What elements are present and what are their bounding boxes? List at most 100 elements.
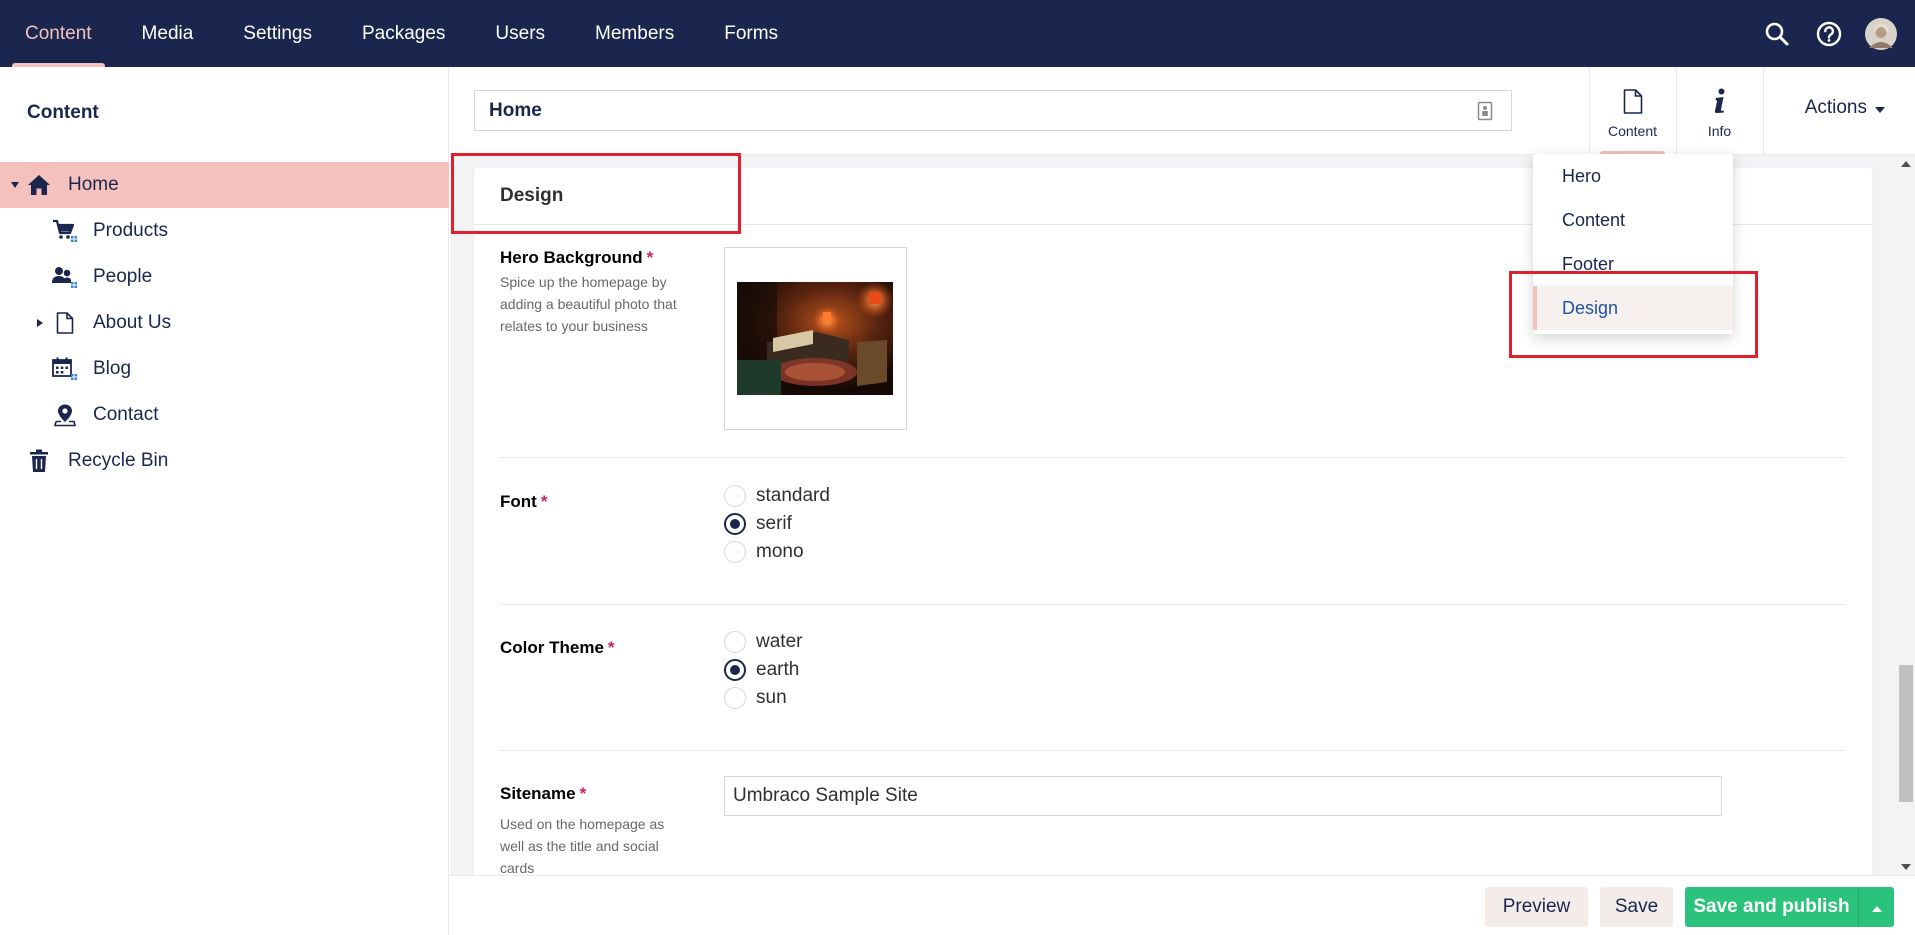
radio-label: earth (756, 659, 800, 680)
save-button[interactable]: Save (1600, 887, 1673, 927)
home-icon (26, 172, 52, 198)
radio-option-water[interactable]: water (724, 628, 802, 656)
tree-item-blog[interactable]: Blog (0, 346, 449, 392)
tree-item-people[interactable]: People (0, 254, 449, 300)
help-icon[interactable] (1803, 0, 1855, 67)
property-label: Font * (500, 492, 548, 511)
property-font: Font * standard serif mono (500, 458, 1846, 605)
caret-down-icon (1875, 97, 1885, 119)
content-tree-sidebar: Content Home Products People About Us Bl… (0, 67, 449, 935)
app-content-button[interactable]: Content (1589, 67, 1675, 155)
preview-button[interactable]: Preview (1485, 887, 1588, 927)
radio-button-checked[interactable] (724, 659, 746, 681)
node-name-value: Home (489, 99, 542, 121)
actions-button[interactable]: Actions (1805, 97, 1885, 119)
radio-label: water (756, 631, 803, 652)
tree-item-recycle-bin[interactable]: Recycle Bin (0, 438, 449, 484)
tree-item-label: About Us (93, 312, 172, 333)
document-icon (52, 310, 78, 336)
tree-item-label: Home (68, 174, 119, 195)
node-name-input[interactable]: Home (474, 90, 1512, 131)
hero-image-thumbnail[interactable] (737, 282, 893, 395)
editor-scrollbar[interactable] (1897, 155, 1915, 872)
top-icons (1751, 0, 1915, 67)
nav-settings[interactable]: Settings (218, 0, 337, 67)
tree-item-label: Products (93, 220, 168, 241)
radio-label: sun (756, 687, 787, 708)
required-marker: * (579, 784, 587, 803)
calendar-icon (52, 356, 78, 382)
tree-item-contact[interactable]: Contact (0, 392, 449, 438)
app-label: Info (1707, 123, 1732, 139)
radio-label: mono (756, 541, 804, 562)
radio-option-sun[interactable]: sun (724, 684, 802, 712)
app-info-button[interactable]: Info (1676, 67, 1762, 155)
nav-content[interactable]: Content (0, 0, 117, 67)
top-navigation: Content Media Settings Packages Users Me… (0, 0, 803, 67)
radio-button[interactable] (724, 485, 746, 507)
color-theme-radio-group: water earth sun (724, 628, 802, 712)
radio-label: standard (756, 485, 830, 506)
required-marker: * (607, 638, 615, 657)
property-sitename: Sitename * Used on the homepage as well a… (500, 751, 1846, 888)
users-icon (52, 264, 78, 290)
search-icon[interactable] (1751, 0, 1803, 67)
tree-item-label: Blog (93, 358, 132, 379)
editor-header: Home Content Info Actions (450, 67, 1915, 155)
hero-image-picker[interactable] (724, 247, 907, 430)
required-marker: * (540, 492, 548, 511)
tree-item-products[interactable]: Products (0, 208, 449, 254)
radio-button[interactable] (724, 541, 746, 563)
map-pin-icon (52, 402, 78, 428)
nav-users[interactable]: Users (470, 0, 570, 67)
top-bar: Content Media Settings Packages Users Me… (0, 0, 1915, 67)
nav-members[interactable]: Members (570, 0, 699, 67)
font-radio-group: standard serif mono (724, 482, 830, 566)
scroll-up-icon[interactable] (1901, 161, 1911, 167)
nav-media[interactable]: Media (117, 0, 219, 67)
tree-item-label: Recycle Bin (68, 450, 169, 471)
editor-footer: Preview Save Save and publish (450, 875, 1915, 935)
property-color-theme: Color Theme * water earth sun (500, 605, 1846, 751)
publish-options-button[interactable] (1858, 887, 1894, 927)
radio-button[interactable] (724, 631, 746, 653)
property-description: Spice up the homepage by adding a beauti… (500, 274, 677, 334)
nav-forms[interactable]: Forms (699, 0, 803, 67)
required-marker: * (646, 248, 654, 267)
user-avatar[interactable] (1855, 0, 1907, 67)
radio-option-standard[interactable]: standard (724, 482, 830, 510)
document-icon (1623, 89, 1643, 117)
caret-right-icon[interactable] (34, 317, 46, 329)
dropdown-item-design[interactable]: Design (1533, 286, 1733, 330)
save-and-publish-button[interactable]: Save and publish (1685, 887, 1858, 927)
property-label: Sitename * (500, 784, 587, 803)
caret-up-icon (1871, 896, 1882, 918)
actions-label: Actions (1804, 97, 1867, 118)
dropdown-item-content[interactable]: Content (1533, 198, 1733, 242)
radio-button-checked[interactable] (724, 513, 746, 535)
content-tree: Home Products People About Us Blog Conta… (0, 162, 449, 484)
group-title: Design (500, 185, 564, 206)
tree-item-label: Contact (93, 404, 159, 425)
caret-down-icon[interactable] (9, 179, 21, 191)
dropdown-item-footer[interactable]: Footer (1533, 242, 1733, 286)
radio-button[interactable] (724, 687, 746, 709)
sitename-input[interactable]: Umbraco Sample Site (724, 776, 1722, 816)
property-label: Color Theme * (500, 638, 615, 657)
property-label: Hero Background * (500, 248, 654, 267)
scrollbar-thumb[interactable] (1899, 665, 1913, 802)
radio-option-earth[interactable]: earth (724, 656, 802, 684)
dropdown-item-hero[interactable]: Hero (1533, 154, 1733, 198)
radio-option-mono[interactable]: mono (724, 538, 830, 566)
nav-packages[interactable]: Packages (337, 0, 470, 67)
lock-icon[interactable] (1477, 101, 1493, 127)
property-description: Used on the homepage as well as the titl… (500, 816, 665, 876)
tree-item-home[interactable]: Home (0, 162, 449, 208)
app-label: Content (1607, 123, 1658, 139)
radio-option-serif[interactable]: serif (724, 510, 830, 538)
tree-item-label: People (93, 266, 153, 287)
scroll-down-icon[interactable] (1901, 864, 1911, 870)
sitename-value: Umbraco Sample Site (733, 785, 918, 806)
tree-item-about-us[interactable]: About Us (0, 300, 449, 346)
sidebar-title: Content (27, 102, 99, 123)
